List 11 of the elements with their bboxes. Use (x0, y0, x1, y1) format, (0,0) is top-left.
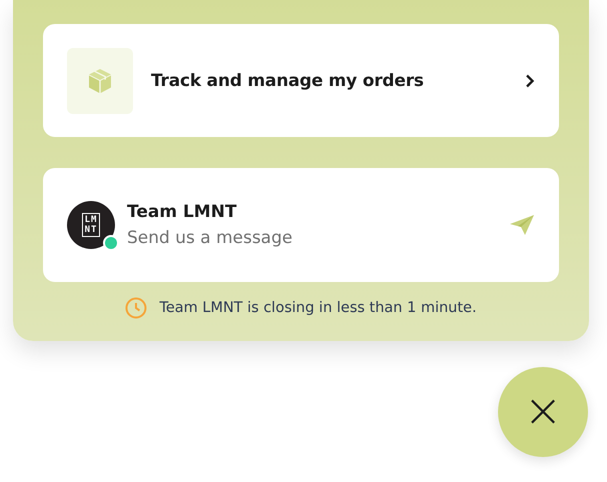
clock-icon (125, 297, 148, 319)
message-prompt: Send us a message (127, 228, 294, 248)
message-card[interactable]: LM NT Team LMNT Send us a message (43, 168, 559, 282)
orders-label: Track and manage my orders (151, 70, 425, 90)
send-icon (509, 214, 535, 236)
orders-card[interactable]: Track and manage my orders (43, 24, 559, 137)
closing-notice: Team LMNT is closing in less than 1 minute. (159, 300, 477, 316)
chevron-icon (525, 74, 535, 88)
close-button[interactable]: × (498, 367, 588, 457)
team-name: Team LMNT (127, 202, 238, 222)
package-icon (67, 48, 133, 114)
